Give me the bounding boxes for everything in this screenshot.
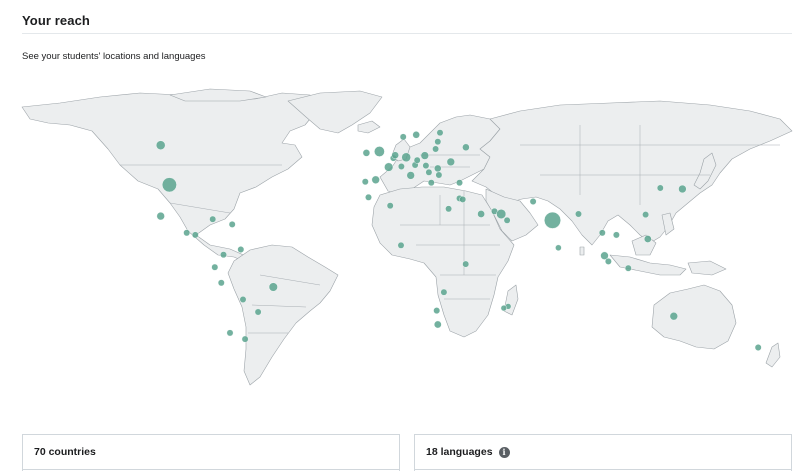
reach-page: Your reach See your students' locations … xyxy=(0,0,800,471)
land-masses xyxy=(21,88,793,386)
location-bubble-ukraine[interactable] xyxy=(446,157,455,167)
location-bubble-argentina[interactable] xyxy=(241,335,249,343)
location-bubble-spain[interactable] xyxy=(371,175,380,184)
location-bubble-venezuela[interactable] xyxy=(237,246,245,253)
location-bubble-singapore[interactable] xyxy=(605,257,612,265)
world-map xyxy=(20,85,795,395)
location-bubble-honduras[interactable] xyxy=(191,231,199,239)
location-bubble-united-states[interactable] xyxy=(161,177,177,193)
location-bubble-saudi-arabia[interactable] xyxy=(477,210,485,218)
location-bubble-botswana[interactable] xyxy=(433,307,441,315)
header-divider xyxy=(22,33,792,34)
languages-card: 18 languages i xyxy=(414,434,792,471)
location-bubble-finland[interactable] xyxy=(436,129,444,137)
location-bubble-france[interactable] xyxy=(384,162,394,172)
location-bubble-morocco[interactable] xyxy=(365,193,372,201)
location-bubble-zambia[interactable] xyxy=(440,288,448,296)
location-bubble-brazil[interactable] xyxy=(268,282,278,292)
location-bubble-serbia[interactable] xyxy=(425,168,433,176)
location-bubble-canada[interactable] xyxy=(155,140,166,150)
location-bubble-nigeria[interactable] xyxy=(397,241,405,249)
location-bubble-egypt[interactable] xyxy=(445,205,452,213)
location-bubble-turkey[interactable] xyxy=(456,179,463,187)
location-bubble-lithuania[interactable] xyxy=(432,145,439,153)
location-bubble-united-kingdom[interactable] xyxy=(374,146,385,157)
location-bubble-czechia[interactable] xyxy=(413,156,421,164)
location-bubble-south-africa[interactable] xyxy=(433,320,442,329)
location-bubble-dominican-republic[interactable] xyxy=(228,220,236,228)
page-title: Your reach xyxy=(22,13,90,28)
location-bubble-south-korea[interactable] xyxy=(656,184,664,192)
location-bubble-ireland[interactable] xyxy=(362,149,371,157)
land-new-zealand xyxy=(765,342,781,368)
land-australia xyxy=(651,284,737,350)
location-bubble-reunion[interactable] xyxy=(500,305,507,312)
location-bubble-hungary[interactable] xyxy=(422,162,430,170)
world-map-svg xyxy=(21,88,793,386)
location-bubble-italy[interactable] xyxy=(406,171,415,180)
location-bubble-estonia[interactable] xyxy=(434,138,442,146)
land-arctic-islands xyxy=(169,88,267,102)
location-bubble-mexico[interactable] xyxy=(156,212,165,221)
location-bubble-guatemala[interactable] xyxy=(183,229,191,237)
location-bubble-jordan[interactable] xyxy=(459,196,467,203)
location-bubble-sri-lanka[interactable] xyxy=(555,244,562,252)
location-bubble-romania[interactable] xyxy=(434,164,442,173)
land-new-guinea xyxy=(687,260,727,276)
land-iceland xyxy=(357,120,381,134)
languages-count: 18 languages xyxy=(426,446,493,458)
location-bubble-chile[interactable] xyxy=(226,329,234,337)
location-bubble-cuba[interactable] xyxy=(209,215,217,223)
location-bubble-netherlands[interactable] xyxy=(391,151,399,159)
location-bubble-germany[interactable] xyxy=(401,152,411,163)
location-bubble-india[interactable] xyxy=(544,211,561,229)
location-bubble-kenya[interactable] xyxy=(462,260,470,268)
location-bubble-oman[interactable] xyxy=(503,216,511,224)
location-bubble-colombia[interactable] xyxy=(220,251,227,259)
countries-card-header: 70 countries xyxy=(23,435,399,470)
location-bubble-paraguay[interactable] xyxy=(254,308,262,316)
page-subtitle: See your students' locations and languag… xyxy=(22,51,206,62)
land-madagascar xyxy=(503,284,519,316)
info-icon[interactable]: i xyxy=(498,446,510,458)
location-bubble-ecuador[interactable] xyxy=(211,263,219,271)
location-bubble-taiwan[interactable] xyxy=(642,211,649,219)
location-bubble-bulgaria[interactable] xyxy=(435,171,443,179)
location-bubble-united-arab-emirates[interactable] xyxy=(496,209,507,219)
location-bubble-greece[interactable] xyxy=(427,179,435,187)
location-bubble-peru[interactable] xyxy=(217,279,225,287)
location-bubble-bolivia[interactable] xyxy=(239,296,247,303)
location-bubble-thailand[interactable] xyxy=(598,229,606,237)
location-bubble-new-zealand[interactable] xyxy=(754,344,762,351)
location-bubble-sweden[interactable] xyxy=(412,131,420,139)
languages-card-header: 18 languages i xyxy=(415,435,791,470)
location-bubble-portugal[interactable] xyxy=(361,178,369,186)
location-bubble-russia[interactable] xyxy=(462,143,470,151)
location-bubble-japan[interactable] xyxy=(678,184,687,194)
location-bubble-philippines[interactable] xyxy=(644,235,652,243)
location-bubble-bangladesh[interactable] xyxy=(575,210,582,218)
land-south-america xyxy=(227,244,339,386)
location-bubble-norway[interactable] xyxy=(399,133,407,141)
location-bubble-australia[interactable] xyxy=(669,312,678,321)
location-bubble-vietnam[interactable] xyxy=(613,231,620,239)
location-bubble-indonesia[interactable] xyxy=(624,264,632,272)
countries-count: 70 countries xyxy=(34,446,96,458)
location-bubble-pakistan[interactable] xyxy=(529,198,537,205)
land-indonesia xyxy=(609,254,687,276)
location-bubble-switzerland[interactable] xyxy=(397,163,405,170)
location-bubble-algeria[interactable] xyxy=(386,202,394,210)
location-bubble-poland[interactable] xyxy=(420,151,429,160)
land-sri-lanka xyxy=(579,246,585,256)
countries-card: 70 countries xyxy=(22,434,400,471)
